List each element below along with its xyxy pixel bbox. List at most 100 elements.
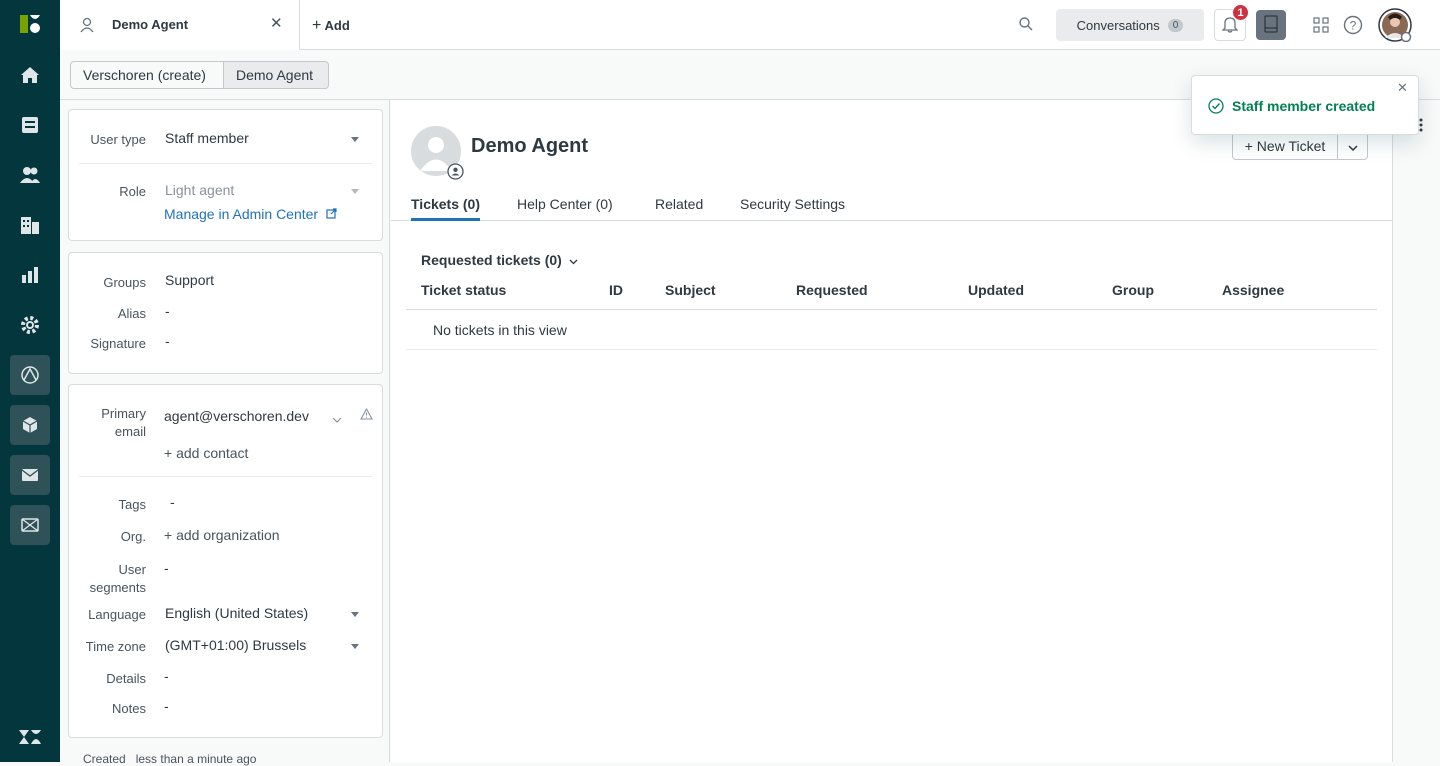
column-subject[interactable]: Subject [665,282,716,298]
contact-card: Primary email agent@verschoren.dev + add… [68,384,383,738]
chevron-down-icon [351,137,359,142]
add-tab-label: Add [324,18,350,33]
user-segments-value: - [164,560,169,576]
column-id[interactable]: ID [609,282,623,298]
zendesk-product-logo-icon[interactable] [10,4,50,44]
primary-email-value[interactable]: agent@verschoren.dev [164,408,309,424]
conversations-count: 0 [1167,18,1184,32]
timezone-value: (GMT+01:00) Brussels [165,637,307,653]
breadcrumb-org[interactable]: Verschoren (create) [70,61,224,89]
column-group[interactable]: Group [1112,282,1154,298]
column-assignee[interactable]: Assignee [1222,282,1284,298]
tab-help-center[interactable]: Help Center (0) [517,196,613,221]
profile-tabs: Tickets (0) Help Center (0) Related Secu… [391,196,1392,221]
chevron-down-icon[interactable] [332,410,342,426]
breadcrumb-user[interactable]: Demo Agent [223,61,329,89]
signature-label: Signature [90,336,146,351]
chevron-down-icon [351,612,359,617]
timezone-select[interactable]: (GMT+01:00) Brussels [165,631,365,661]
app-box-icon[interactable] [10,405,50,445]
user-segments-label-line2: segments [89,580,146,595]
workspace-tab-label: Demo Agent [112,17,189,32]
home-icon[interactable] [10,55,50,95]
org-label: Org. [120,529,146,544]
requested-tickets-toggle[interactable]: Requested tickets (0) [421,252,578,268]
add-organization-link[interactable]: + add organization [164,527,280,543]
svg-text:?: ? [1350,19,1357,33]
reporting-icon[interactable] [10,255,50,295]
user-type-card: User type Staff member Role Light agent … [68,109,383,241]
conversations-button[interactable]: Conversations 0 [1056,9,1204,41]
close-tab-icon[interactable]: ✕ [270,14,283,32]
language-value: English (United States) [165,605,309,621]
primary-email-label-line2: email [114,424,146,439]
user-type-select[interactable]: Staff member [165,124,365,154]
details-value[interactable]: - [164,668,169,684]
add-tab-button[interactable]: + Add [312,17,350,35]
empty-table-message: No tickets in this view [433,322,567,338]
warning-icon [360,407,373,423]
tab-tickets[interactable]: Tickets (0) [411,196,480,221]
products-grid-icon[interactable] [1313,17,1329,36]
product-sidebar [0,0,60,762]
notes-value[interactable]: - [164,698,169,714]
tags-label: Tags [118,497,146,512]
manage-link-label: Manage in Admin Center [164,206,319,222]
app-mail-icon[interactable] [10,455,50,495]
user-avatar[interactable] [1378,8,1412,45]
help-icon[interactable]: ? [1343,15,1363,38]
new-ticket-button[interactable]: + New Ticket [1232,132,1338,160]
notification-badge: 1 [1232,4,1249,21]
add-contact-link[interactable]: + add contact [164,445,248,461]
alias-value[interactable]: - [165,303,170,319]
top-bar: Demo Agent ✕ + Add Conversations 0 1 ? [60,0,1440,50]
app-circle-icon[interactable] [10,355,50,395]
language-label: Language [88,607,146,622]
role-select[interactable]: Light agent [165,176,365,206]
customers-icon[interactable] [10,155,50,195]
search-icon[interactable] [1018,16,1034,35]
status-panel-icon [1263,14,1279,36]
notes-label: Notes [112,701,146,716]
timezone-label: Time zone [85,639,146,654]
user-type-label: User type [90,132,146,147]
success-toast: Staff member created ✕ [1191,75,1419,135]
role-label: Role [119,184,146,199]
chevron-down-icon [351,189,359,194]
table-header-divider [406,309,1377,310]
language-select[interactable]: English (United States) [165,599,365,629]
agent-status-button[interactable] [1256,10,1286,40]
new-ticket-menu-button[interactable] [1337,132,1368,160]
column-ticket-status[interactable]: Ticket status [421,282,506,298]
plus-icon: + [312,17,322,34]
conversations-label: Conversations [1076,17,1160,33]
tags-value[interactable]: - [170,494,175,510]
groups-value[interactable]: Support [165,272,214,288]
groups-label: Groups [103,275,146,290]
user-role-icon [447,163,464,183]
organizations-icon[interactable] [10,205,50,245]
context-panel-strip [1392,100,1440,762]
admin-gear-icon[interactable] [10,305,50,345]
created-value: less than a minute ago [135,752,257,766]
table-row-divider [406,349,1377,350]
primary-email-label-line1: Primary [101,406,146,421]
manage-in-admin-center-link[interactable]: Manage in Admin Center [164,206,337,222]
user-main-panel: Demo Agent + New Ticket Tickets (0) Help… [391,100,1392,762]
app-envelope-icon[interactable] [10,505,50,545]
divider [79,163,372,164]
workspace-tab[interactable]: Demo Agent ✕ [60,0,300,50]
column-requested[interactable]: Requested [796,282,868,298]
user-segments-label: User segments [90,561,146,597]
column-updated[interactable]: Updated [968,282,1024,298]
chevron-down-icon [569,252,578,268]
divider [79,476,372,477]
tab-related[interactable]: Related [655,196,703,221]
views-icon[interactable] [10,105,50,145]
more-options-icon[interactable] [1419,118,1423,135]
signature-value[interactable]: - [165,333,170,349]
external-link-icon [326,206,337,222]
close-toast-icon[interactable]: ✕ [1397,80,1408,96]
page-title: Demo Agent [471,135,589,157]
tab-security-settings[interactable]: Security Settings [740,196,845,221]
